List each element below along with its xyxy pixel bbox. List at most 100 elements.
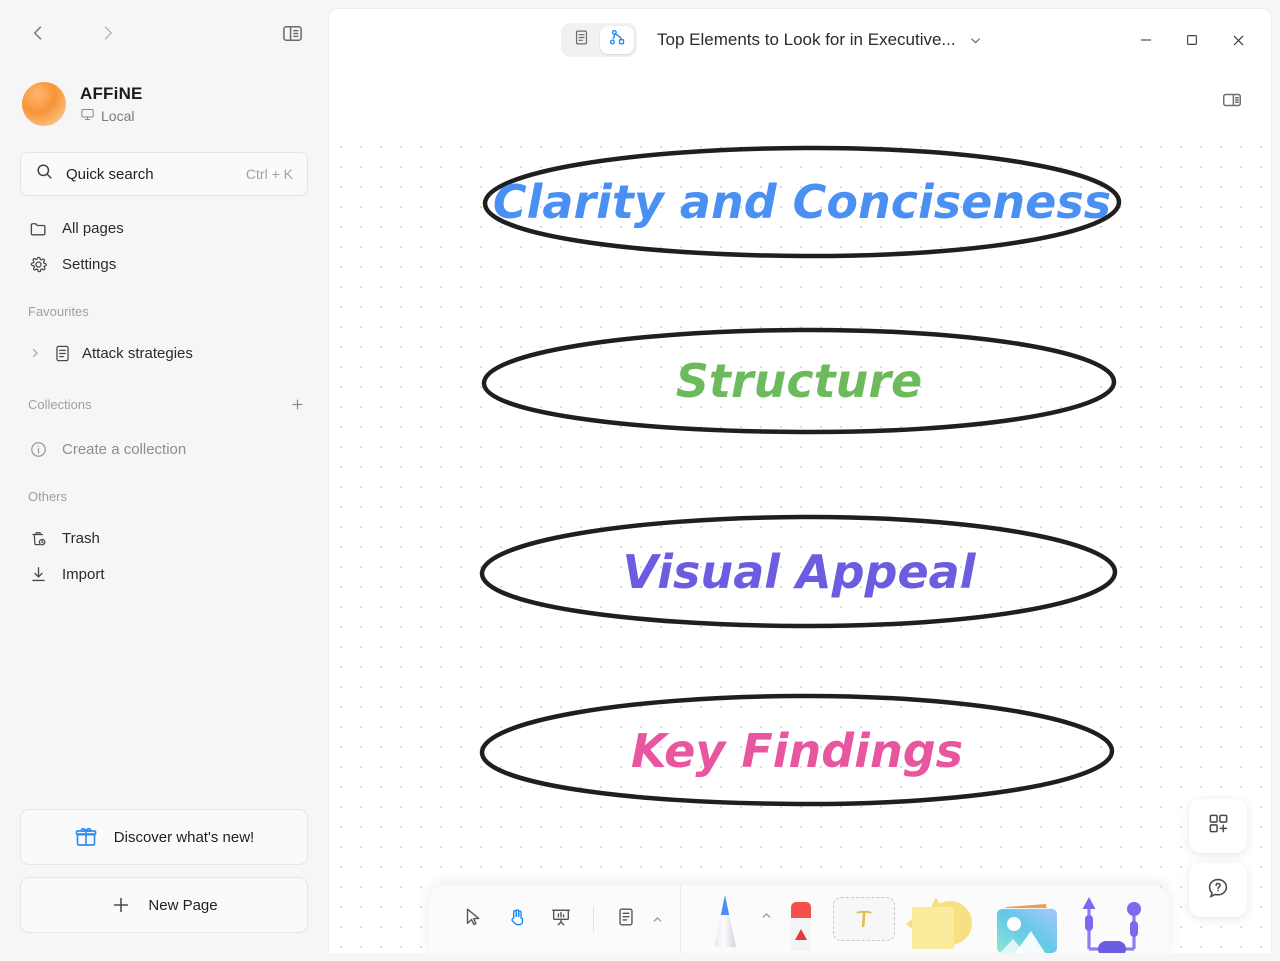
window-controls — [1123, 9, 1261, 71]
document-title[interactable]: Top Elements to Look for in Executive... — [657, 9, 983, 71]
note-tool[interactable] — [604, 897, 648, 941]
others-list: Trash Import — [0, 520, 328, 592]
edgeless-canvas[interactable]: Clarity and Conciseness Structure Visual… — [329, 129, 1271, 953]
favourites-list: Attack strategies — [0, 335, 328, 371]
new-page-button[interactable]: New Page — [20, 877, 308, 933]
image-icon — [997, 904, 1057, 953]
present-frame-icon — [550, 906, 572, 933]
sidebar-item-trash[interactable]: Trash — [20, 520, 308, 556]
page-mode-icon — [573, 29, 590, 51]
document-title-text: Top Elements to Look for in Executive... — [657, 30, 956, 49]
eraser-icon — [791, 902, 811, 951]
add-collection-icon[interactable] — [286, 393, 308, 415]
gift-icon — [74, 825, 98, 849]
search-icon — [35, 162, 54, 186]
ellipse-node[interactable]: Visual Appeal — [477, 511, 1121, 633]
pen-tool[interactable] — [693, 885, 757, 953]
sidebar-item-create-collection[interactable]: Create a collection — [20, 431, 308, 467]
gear-icon — [28, 254, 48, 274]
sidebar-item-attack-strategies[interactable]: Attack strategies — [20, 335, 308, 371]
eraser-tool[interactable] — [775, 885, 827, 953]
sidebar-item-label: Trash — [62, 529, 100, 547]
section-title: Others — [28, 489, 68, 504]
back-arrow-icon[interactable] — [22, 17, 54, 49]
ellipse-node[interactable]: Clarity and Conciseness — [479, 142, 1125, 262]
workspace-selector[interactable]: AFFiNE Local — [0, 74, 328, 126]
workspace-avatar — [22, 82, 66, 126]
collections-list: Create a collection — [0, 431, 328, 467]
sidebar-topbar — [0, 0, 328, 66]
edgeless-mode-button[interactable] — [600, 26, 634, 54]
sidebar-item-label: Settings — [62, 255, 117, 273]
mode-switcher — [561, 23, 637, 57]
section-title: Favourites — [28, 304, 89, 319]
pan-tool[interactable] — [495, 897, 539, 941]
ellipse-node[interactable]: Structure — [479, 325, 1119, 437]
edgeless-toolbar — [429, 885, 1169, 953]
workspace-sub-label: Local — [101, 107, 135, 124]
node-label: Key Findings — [630, 724, 964, 778]
ellipse-node[interactable]: Key Findings — [477, 691, 1117, 811]
page-mode-button[interactable] — [564, 26, 598, 54]
shape-icon — [906, 897, 972, 949]
minimize-button[interactable] — [1123, 20, 1169, 60]
sidebar-item-import[interactable]: Import — [20, 556, 308, 592]
folder-icon — [28, 218, 48, 238]
doc-icon — [52, 343, 72, 363]
canvas-float-buttons — [1189, 799, 1247, 917]
image-tool[interactable] — [985, 885, 1071, 953]
connector-icon — [1082, 897, 1141, 953]
hand-pan-icon — [506, 906, 528, 933]
quick-search-input[interactable]: Quick search Ctrl + K — [20, 152, 308, 196]
quick-search-shortcut: Ctrl + K — [245, 166, 293, 182]
text-t-icon — [856, 910, 872, 928]
quick-search-label: Quick search — [66, 165, 154, 183]
shape-tool[interactable] — [901, 885, 985, 953]
document-window: Top Elements to Look for in Executive... — [328, 8, 1272, 953]
sidebar-item-all-pages[interactable]: All pages — [20, 210, 308, 246]
text-tool[interactable] — [833, 897, 895, 941]
pen-icon — [714, 895, 736, 947]
window-subbar — [329, 71, 1271, 129]
node-label: Structure — [675, 354, 923, 408]
button-label: New Page — [148, 896, 218, 914]
sidebar-item-label: Import — [62, 565, 105, 583]
chevron-down-icon[interactable] — [968, 33, 983, 48]
toolbar-divider — [680, 885, 681, 953]
sidebar-toggle-icon[interactable] — [276, 17, 308, 49]
window-titlebar: Top Elements to Look for in Executive... — [329, 9, 1271, 71]
toolbar-nav-group — [429, 885, 666, 953]
select-tool[interactable] — [451, 897, 495, 941]
add-template-icon — [1207, 812, 1230, 840]
toolbar-draw-group — [687, 885, 1155, 953]
section-header-collections: Collections — [20, 393, 308, 415]
discover-whats-new-button[interactable]: Discover what's new! — [20, 809, 308, 865]
sidebar-item-label: All pages — [62, 219, 124, 237]
node-label: Clarity and Conciseness — [492, 175, 1112, 229]
select-cursor-icon — [462, 906, 484, 933]
template-button[interactable] — [1189, 799, 1247, 853]
workspace-name: AFFiNE — [80, 83, 143, 103]
sidebar-item-settings[interactable]: Settings — [20, 246, 308, 282]
note-tool-caret-icon[interactable] — [648, 913, 666, 926]
sidebar: AFFiNE Local Quick search Ctrl + K All p… — [0, 0, 328, 961]
right-sidebar-toggle-icon[interactable] — [1217, 85, 1247, 115]
sidebar-item-label: Attack strategies — [82, 344, 193, 362]
present-tool[interactable] — [539, 897, 583, 941]
chevron-right-icon[interactable] — [28, 347, 42, 359]
import-icon — [28, 564, 48, 584]
maximize-button[interactable] — [1169, 20, 1215, 60]
sidebar-bottom: Discover what's new! New Page — [0, 809, 328, 961]
workspace-text: AFFiNE Local — [80, 84, 143, 125]
info-icon — [28, 439, 48, 459]
app-root: AFFiNE Local Quick search Ctrl + K All p… — [0, 0, 1280, 961]
section-title: Collections — [28, 396, 92, 412]
note-doc-icon — [615, 906, 637, 933]
connector-tool[interactable] — [1071, 885, 1155, 953]
help-button[interactable] — [1189, 863, 1247, 917]
section-header-others: Others — [20, 489, 308, 504]
forward-arrow-icon[interactable] — [92, 17, 124, 49]
pen-tool-caret-icon[interactable] — [757, 909, 775, 922]
close-button[interactable] — [1215, 20, 1261, 60]
edgeless-mode-icon — [608, 28, 627, 52]
